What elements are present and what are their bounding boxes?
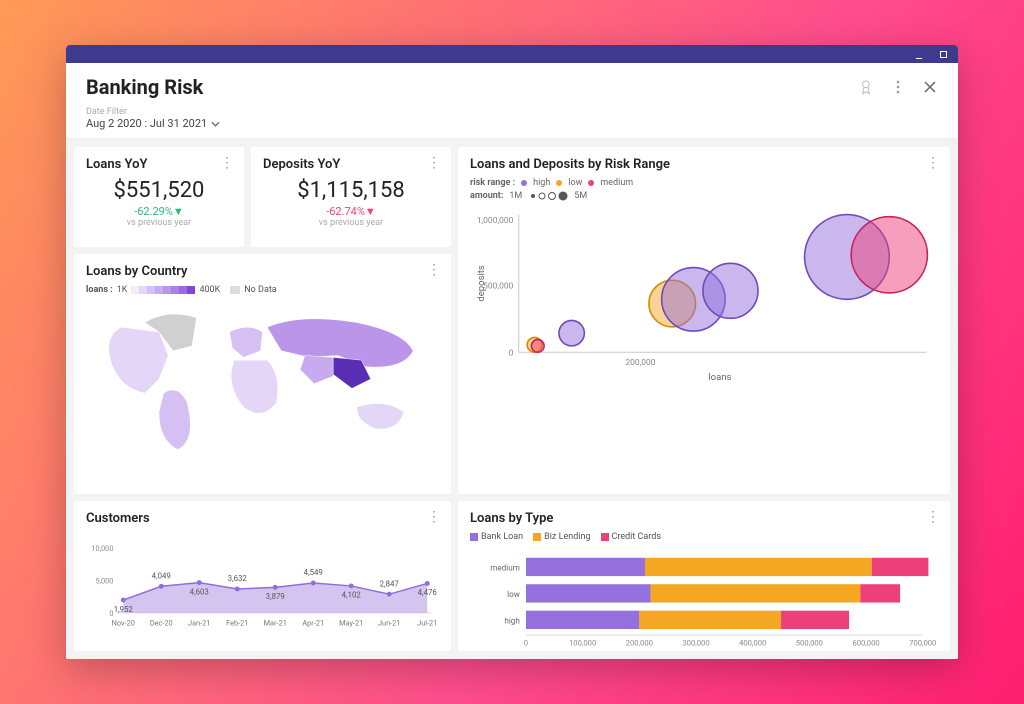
deposits-yoy-card: ⋮ Deposits YoY $1,115,158 -62.74%▼ vs pr…: [251, 147, 451, 247]
svg-text:Feb-21: Feb-21: [226, 619, 248, 628]
date-filter-dropdown[interactable]: Aug 2 2020 : Jul 31 2021: [86, 117, 938, 130]
maximize-icon[interactable]: [938, 49, 948, 59]
chevron-down-icon: [211, 121, 220, 127]
svg-text:medium: medium: [490, 563, 520, 573]
svg-text:2,847: 2,847: [380, 579, 400, 588]
minimize-icon[interactable]: _: [914, 49, 924, 59]
content-area: Banking Risk Date Filter Aug 2 2020 : Ju…: [66, 63, 958, 659]
svg-text:4,603: 4,603: [190, 587, 209, 596]
svg-text:300,000: 300,000: [682, 638, 709, 647]
svg-text:500,000: 500,000: [796, 638, 823, 647]
loans-by-country-card: ⋮ Loans by Country loans : 1K 400K No Da…: [74, 254, 451, 494]
svg-text:700,000: 700,000: [909, 638, 936, 647]
svg-text:500,000: 500,000: [483, 282, 513, 292]
card-menu-icon[interactable]: ⋮: [427, 509, 441, 525]
kpi-compare: vs previous year: [86, 218, 232, 228]
card-menu-icon[interactable]: ⋮: [427, 155, 441, 171]
date-filter-label: Date Filter: [86, 107, 938, 117]
loans-type-chart[interactable]: medium low high 0 100,000 200,000 300,000 400,0…: [470, 550, 938, 650]
bubble-chart[interactable]: 0 500,000 1,000,000 200,000 loans deposi…: [470, 204, 938, 384]
card-title: Loans YoY: [86, 157, 232, 172]
svg-text:Mar-21: Mar-21: [264, 619, 287, 628]
svg-text:4,476: 4,476: [418, 588, 438, 597]
card-title: Customers: [86, 511, 439, 526]
ribbon-icon[interactable]: [858, 79, 874, 95]
dashboard-grid: ⋮ Loans YoY $551,520 -62.29%▼ vs previou…: [66, 139, 958, 659]
card-menu-icon[interactable]: ⋮: [926, 509, 940, 525]
svg-text:0: 0: [509, 348, 514, 358]
bubble-legend: risk range : high low medium amount: 1M …: [470, 178, 938, 201]
svg-text:100,000: 100,000: [569, 638, 596, 647]
svg-text:4,549: 4,549: [304, 568, 323, 577]
map-legend: loans : 1K 400K No Data: [86, 285, 439, 295]
svg-text:Jan-21: Jan-21: [188, 619, 210, 628]
svg-text:200,000: 200,000: [626, 638, 653, 647]
kpi-value: $1,115,158: [263, 178, 439, 203]
loans-deposits-risk-card: ⋮ Loans and Deposits by Risk Range risk …: [458, 147, 950, 494]
close-icon[interactable]: [922, 79, 938, 95]
loans-by-type-card: ⋮ Loans by Type Bank Loan Biz Lending Cr…: [458, 501, 950, 651]
svg-text:4,102: 4,102: [342, 591, 362, 600]
card-menu-icon[interactable]: ⋮: [926, 155, 940, 171]
svg-text:3,632: 3,632: [228, 574, 248, 583]
world-map[interactable]: [86, 299, 439, 459]
kpi-pct: -62.74%▼: [263, 205, 439, 218]
date-filter-value: Aug 2 2020 : Jul 31 2021: [86, 117, 207, 130]
svg-text:400,000: 400,000: [739, 638, 766, 647]
svg-text:low: low: [507, 589, 520, 599]
svg-text:1,000,000: 1,000,000: [477, 216, 514, 226]
svg-text:Jul-21: Jul-21: [417, 619, 437, 628]
app-window: _ Banking Risk Date Filter: [66, 45, 958, 659]
svg-text:Dec-20: Dec-20: [150, 619, 173, 628]
more-icon[interactable]: [890, 79, 906, 95]
card-title: Loans and Deposits by Risk Range: [470, 157, 938, 172]
svg-text:Nov-20: Nov-20: [112, 619, 135, 628]
card-menu-icon[interactable]: ⋮: [427, 262, 441, 278]
customers-card: ⋮ Customers 0 5,000 10,000 1,952Nov-204,…: [74, 501, 451, 651]
customers-chart[interactable]: 0 5,000 10,000 1,952Nov-204,049Dec-204,6…: [86, 526, 439, 636]
svg-text:deposits: deposits: [476, 265, 487, 302]
loans-yoy-card: ⋮ Loans YoY $551,520 -62.29%▼ vs previou…: [74, 147, 244, 247]
svg-text:0: 0: [524, 638, 528, 647]
svg-text:5,000: 5,000: [95, 576, 113, 585]
loans-type-legend: Bank Loan Biz Lending Credit Cards: [470, 532, 938, 542]
svg-text:high: high: [504, 616, 520, 626]
page-title: Banking Risk: [86, 75, 858, 99]
card-title: Loans by Type: [470, 511, 938, 526]
titlebar: _: [66, 45, 958, 63]
dashboard-header: Banking Risk Date Filter Aug 2 2020 : Ju…: [66, 63, 958, 139]
card-title: Loans by Country: [86, 264, 439, 279]
svg-text:Apr-21: Apr-21: [302, 619, 324, 628]
svg-text:Jun-21: Jun-21: [378, 619, 400, 628]
svg-text:10,000: 10,000: [91, 544, 113, 553]
kpi-compare: vs previous year: [263, 218, 439, 228]
svg-text:4,049: 4,049: [152, 571, 171, 580]
svg-text:200,000: 200,000: [625, 358, 655, 368]
svg-text:600,000: 600,000: [852, 638, 879, 647]
svg-text:loans: loans: [708, 372, 731, 383]
svg-text:1,952: 1,952: [114, 605, 134, 614]
kpi-pct: -62.29%▼: [86, 205, 232, 218]
card-title: Deposits YoY: [263, 157, 439, 172]
card-menu-icon[interactable]: ⋮: [220, 155, 234, 171]
kpi-value: $551,520: [86, 178, 232, 203]
svg-text:May-21: May-21: [339, 619, 363, 628]
svg-text:3,879: 3,879: [266, 592, 285, 601]
